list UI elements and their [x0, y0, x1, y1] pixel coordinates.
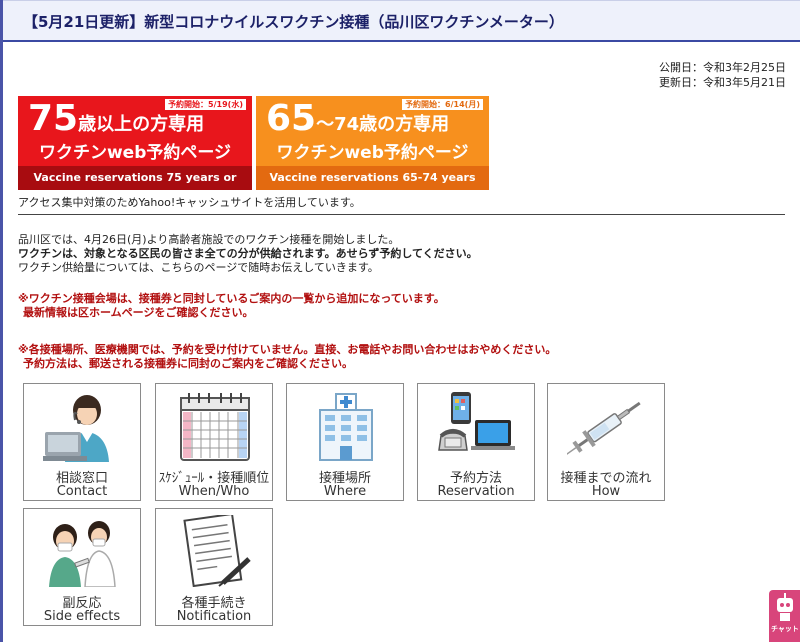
chat-robot-icon	[777, 593, 793, 621]
venue-warning: ※ワクチン接種会場は、接種券と同封しているご案内の一覧から追加になっています。 …	[18, 292, 445, 320]
banner-75-target: 歳以上の方専用	[78, 114, 205, 135]
banner-65-target: ～74歳の方専用	[316, 114, 450, 135]
access-note: アクセス集中対策のためYahoo!キャッシュサイトを活用しています。	[18, 196, 361, 209]
vaccination-icon	[49, 521, 116, 587]
document-icon	[183, 515, 251, 587]
hospital-icon	[319, 393, 373, 461]
info-line-2: ワクチンは、対象となる区民の皆さま全ての分が供給されます。あせらず予約してくださ…	[18, 247, 478, 260]
banner-75-heading: ワクチンweb予約ページ	[38, 143, 232, 163]
tile-contact-label-en: Contact	[56, 484, 108, 499]
tile-schedule-label-en: When/Who	[178, 484, 250, 499]
tile-where[interactable]: 接種場所 Where	[286, 383, 404, 501]
tile-side-effects-label-en: Side effects	[43, 609, 121, 624]
phone-laptop-icon	[438, 392, 515, 451]
banner-75-upper: 予約開始：5/19(水) 75歳以上の方専用 ワクチンweb予約ページ	[18, 96, 252, 166]
tile-reservation-label-en: Reservation	[437, 484, 515, 499]
banner-65-reservation[interactable]: 予約開始：6/14(月) 65～74歳の方専用 ワクチンweb予約ページ Vac…	[256, 96, 489, 190]
tile-side-effects[interactable]: 副反応 Side effects	[23, 508, 141, 626]
operator-icon	[43, 395, 109, 462]
chat-label: チャット	[771, 625, 799, 633]
tile-schedule[interactable]: ｽｹｼﾞｭｰﾙ・接種順位 When/Who	[155, 383, 273, 501]
page-frame-border	[0, 0, 3, 642]
page-title: 【5月21日更新】新型コロナウイルスワクチン接種（品川区ワクチンメーター）	[23, 13, 564, 31]
reservation-warning: ※各接種場所、医療機関では、予約を受け付けていません。直接、お電話やお問い合わせ…	[18, 343, 556, 371]
banner-65-english: Vaccine reservations 65-74 years	[256, 166, 489, 190]
tile-reservation[interactable]: 予約方法 Reservation	[417, 383, 535, 501]
banner-65-heading: ワクチンweb予約ページ	[276, 143, 469, 163]
banner-75-reservation[interactable]: 予約開始：5/19(水) 75歳以上の方専用 ワクチンweb予約ページ Vacc…	[18, 96, 252, 208]
info-line-3: ワクチン供給量については、こちらのページで随時お伝えしていきます。	[18, 261, 379, 274]
venue-warning-line-1: ※ワクチン接種会場は、接種券と同封しているご案内の一覧から追加になっています。	[18, 292, 445, 305]
updated-date: 更新日：令和3年5月21日	[659, 76, 786, 89]
banner-75-english: Vaccine reservations 75 years or older	[18, 166, 252, 208]
calendar-icon	[180, 393, 250, 461]
tile-how-label-en: How	[591, 484, 621, 499]
tile-notification[interactable]: 各種手続き Notification	[155, 508, 273, 626]
banner-75-age: 75	[28, 98, 79, 139]
divider	[18, 214, 785, 215]
tile-where-label-en: Where	[323, 484, 367, 499]
title-bar: 【5月21日更新】新型コロナウイルスワクチン接種（品川区ワクチンメーター）	[3, 0, 800, 42]
venue-warning-line-2: 最新情報は区ホームページをご確認ください。	[23, 306, 254, 319]
syringe-icon	[567, 401, 641, 458]
date-info: 公開日：令和3年2月25日 更新日：令和3年5月21日	[659, 60, 786, 90]
tile-notification-label-en: Notification	[176, 609, 252, 624]
published-date: 公開日：令和3年2月25日	[659, 61, 786, 74]
reservation-warning-line-1: ※各接種場所、医療機関では、予約を受け付けていません。直接、お電話やお問い合わせ…	[18, 343, 557, 356]
info-block: 品川区では、4月26日(月)より高齢者施設でのワクチン接種を開始しました。 ワク…	[18, 233, 478, 275]
banner-65-age: 65	[266, 98, 317, 139]
reservation-warning-line-2: 予約方法は、郵送される接種券に同封のご案内をご確認ください。	[23, 357, 353, 370]
tile-how[interactable]: 接種までの流れ How	[547, 383, 665, 501]
chat-button[interactable]: チャット	[769, 590, 800, 642]
tile-contact[interactable]: 相談窓口 Contact	[23, 383, 141, 501]
info-line-1: 品川区では、4月26日(月)より高齢者施設でのワクチン接種を開始しました。	[18, 233, 400, 246]
banner-65-upper: 予約開始：6/14(月) 65～74歳の方専用 ワクチンweb予約ページ	[256, 96, 489, 166]
